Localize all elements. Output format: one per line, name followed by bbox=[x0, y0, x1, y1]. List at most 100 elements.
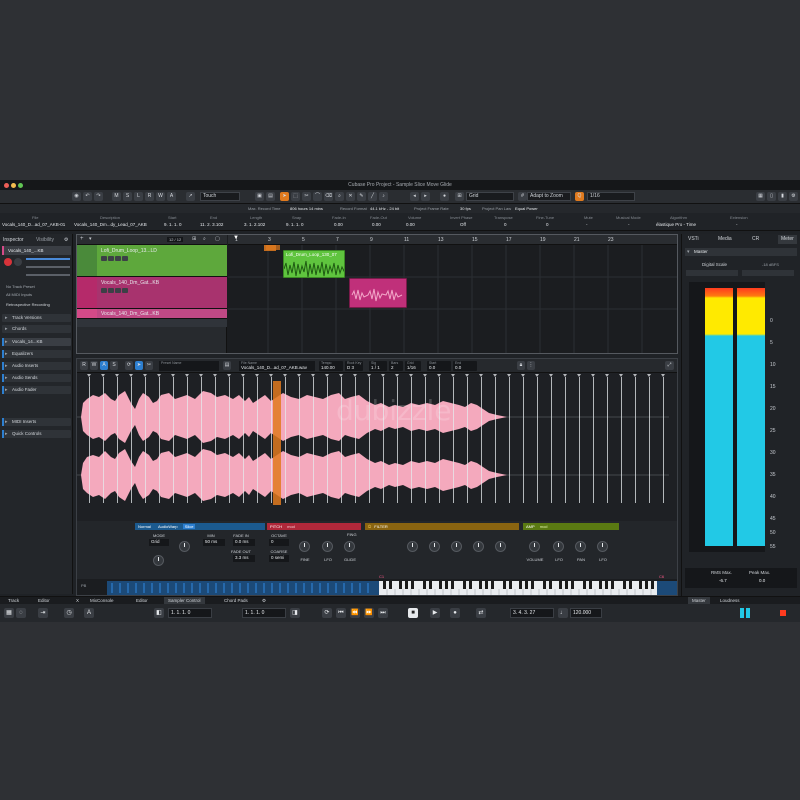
monitor-icon[interactable] bbox=[14, 258, 22, 266]
section-chords[interactable]: Chords bbox=[2, 325, 71, 333]
glue-tool-icon[interactable]: ⌒ bbox=[313, 192, 322, 201]
end-field[interactable]: End 0.0 bbox=[453, 361, 477, 371]
group-icon[interactable]: ▤ bbox=[266, 192, 275, 201]
undo-icon[interactable]: ↶ bbox=[83, 192, 92, 201]
automation-icon[interactable]: ↗ bbox=[186, 192, 195, 201]
slice-marker[interactable] bbox=[269, 374, 273, 503]
slice-marker[interactable] bbox=[283, 374, 287, 503]
slice-marker[interactable] bbox=[325, 374, 329, 503]
track-row[interactable]: Vocals_140_Dm_Gat...KB bbox=[77, 277, 227, 309]
slice-marker[interactable] bbox=[465, 374, 469, 503]
mode-slice[interactable]: Slice bbox=[182, 524, 196, 529]
track-buttons[interactable] bbox=[101, 256, 129, 263]
track-options-icon[interactable]: ▾ bbox=[89, 236, 92, 242]
collapse-icon[interactable]: ▾ bbox=[687, 249, 690, 255]
draw-tool-icon[interactable]: ✎ bbox=[357, 192, 366, 201]
fine-knob[interactable] bbox=[299, 541, 310, 552]
play-icon[interactable]: ▶ bbox=[430, 608, 440, 618]
slice-marker[interactable] bbox=[143, 374, 147, 503]
file-name-field[interactable]: File Name Vocals_140_D...ad_07_AKB.wav bbox=[239, 361, 315, 371]
section-quick-controls[interactable]: Quick Controls bbox=[2, 430, 71, 438]
go-to-start-icon[interactable]: ⏮ bbox=[336, 608, 346, 618]
start-field[interactable]: Start 0.0 bbox=[427, 361, 451, 371]
loop-icon[interactable]: ⟳ bbox=[125, 361, 133, 370]
window-icon[interactable]: ▢ bbox=[215, 236, 220, 242]
slice-marker[interactable] bbox=[101, 374, 105, 503]
erase-tool-icon[interactable]: ⌫ bbox=[324, 192, 333, 201]
tab-inspector[interactable]: Inspector bbox=[3, 236, 24, 244]
preset-field[interactable]: Preset Name bbox=[159, 361, 219, 371]
mute-toggle[interactable]: M bbox=[112, 192, 121, 201]
write-toggle[interactable]: W bbox=[156, 192, 165, 201]
cutoff-knob[interactable] bbox=[407, 541, 418, 552]
auto-toggle[interactable]: A bbox=[100, 361, 108, 370]
trim-tool-icon[interactable]: ✂ bbox=[145, 361, 153, 370]
clip-indicator[interactable] bbox=[780, 610, 786, 616]
slice-marker[interactable] bbox=[661, 374, 665, 503]
precount-icon[interactable]: A bbox=[84, 608, 94, 618]
quantize-select[interactable]: 1/16 bbox=[587, 192, 635, 201]
info-value-fine-tune[interactable]: 0 bbox=[546, 222, 549, 227]
rms-max-value[interactable]: -6.7 bbox=[719, 578, 727, 583]
section-bar-amp[interactable]: AMP mod bbox=[523, 523, 619, 530]
slice-marker[interactable] bbox=[633, 374, 637, 503]
gear-icon[interactable]: ⚙ bbox=[64, 237, 68, 243]
meter-setting-right[interactable] bbox=[742, 270, 794, 276]
tempo-track-icon[interactable]: ♩ bbox=[558, 608, 568, 618]
key-range-high[interactable]: C6 bbox=[659, 574, 664, 579]
punch-icon[interactable]: ⇥ bbox=[38, 608, 48, 618]
play-tool-icon[interactable]: ♪ bbox=[379, 192, 388, 201]
info-value-volume[interactable]: 0.00 bbox=[406, 222, 415, 227]
expand-icon[interactable]: ⤢ bbox=[665, 361, 674, 370]
slice-marker[interactable] bbox=[227, 374, 231, 503]
left-zone-icon[interactable]: ▯ bbox=[767, 192, 776, 201]
go-to-end-icon[interactable]: ⏭ bbox=[378, 608, 388, 618]
right-locator-display[interactable]: 1. 1. 1. 0 bbox=[242, 608, 286, 618]
timeline-ruler[interactable]: 1 3 5 7 9 11 13 15 17 19 21 23 ▼ bbox=[228, 235, 677, 245]
slice-icon[interactable]: ⋮ bbox=[527, 361, 535, 370]
drive-knob[interactable] bbox=[451, 541, 462, 552]
meter-setting-left[interactable] bbox=[686, 270, 738, 276]
midi-inputs-label[interactable]: All MIDI Inputs bbox=[6, 292, 32, 297]
add-track-icon[interactable]: + bbox=[80, 236, 84, 242]
fingered-label[interactable]: FING bbox=[347, 532, 357, 537]
amp-lfo-knob[interactable] bbox=[553, 541, 564, 552]
record-enable-icon[interactable] bbox=[4, 258, 12, 266]
track-name[interactable]: Vocals_140_Dm_Gat...KB bbox=[101, 280, 159, 286]
quantize-icon[interactable]: Q bbox=[575, 192, 584, 201]
position-display[interactable]: 3. 4. 3. 27 bbox=[510, 608, 554, 618]
right-locator-icon[interactable]: ◨ bbox=[290, 608, 300, 618]
track-name[interactable]: Lofi_Drum_Loop_13...LD bbox=[101, 248, 157, 254]
tempo-field[interactable]: Tempo 140.00 bbox=[319, 361, 343, 371]
redo-icon[interactable]: ↷ bbox=[94, 192, 103, 201]
audio-event-vocals[interactable] bbox=[349, 278, 407, 308]
slice-knob[interactable] bbox=[153, 555, 164, 566]
info-value-description[interactable]: Vocals_140_Dm...dy_Lead_07_AKB bbox=[74, 222, 147, 227]
info-value-invert-phase[interactable]: Off bbox=[460, 222, 466, 227]
left-locator-icon[interactable]: ◧ bbox=[154, 608, 164, 618]
fast-forward-icon[interactable]: ⏩ bbox=[364, 608, 374, 618]
section-bar-pitch[interactable]: PITCH mod bbox=[267, 523, 361, 530]
keyboard[interactable]: C1 C6 bbox=[107, 574, 677, 595]
slice-marker[interactable] bbox=[549, 374, 553, 503]
section-audio-sends[interactable]: Audio Sends bbox=[2, 374, 71, 382]
section-audio-inserts[interactable]: Audio Inserts bbox=[2, 362, 71, 370]
snap-type-select[interactable]: Grid bbox=[466, 192, 514, 201]
record-mode-icon[interactable]: ◌ bbox=[16, 608, 26, 618]
right-zone-icon[interactable]: ▮ bbox=[778, 192, 787, 201]
section-track[interactable]: Vocals_14...KB bbox=[2, 338, 71, 346]
glide-knob[interactable] bbox=[344, 541, 355, 552]
cycle-icon[interactable]: ⟳ bbox=[322, 608, 332, 618]
pan-law-value[interactable]: Equal Power bbox=[515, 204, 538, 213]
section-equalizers[interactable]: Equalizers bbox=[2, 350, 71, 358]
settings-icon[interactable]: ⚙ bbox=[789, 192, 798, 201]
pan-slider[interactable] bbox=[26, 266, 70, 268]
filter-lfo-knob[interactable] bbox=[495, 541, 506, 552]
zoom-tool-icon[interactable]: ⌕ bbox=[335, 192, 344, 201]
section-bar-playback[interactable]: Normal AudioWarp Slice bbox=[135, 523, 265, 530]
slice-marker[interactable] bbox=[115, 374, 119, 503]
listen-toggle[interactable]: L bbox=[134, 192, 143, 201]
tab-meter[interactable]: Meter bbox=[778, 235, 797, 244]
slice-marker[interactable] bbox=[563, 374, 567, 503]
master-channel-header[interactable]: ▾ Master bbox=[685, 248, 797, 256]
